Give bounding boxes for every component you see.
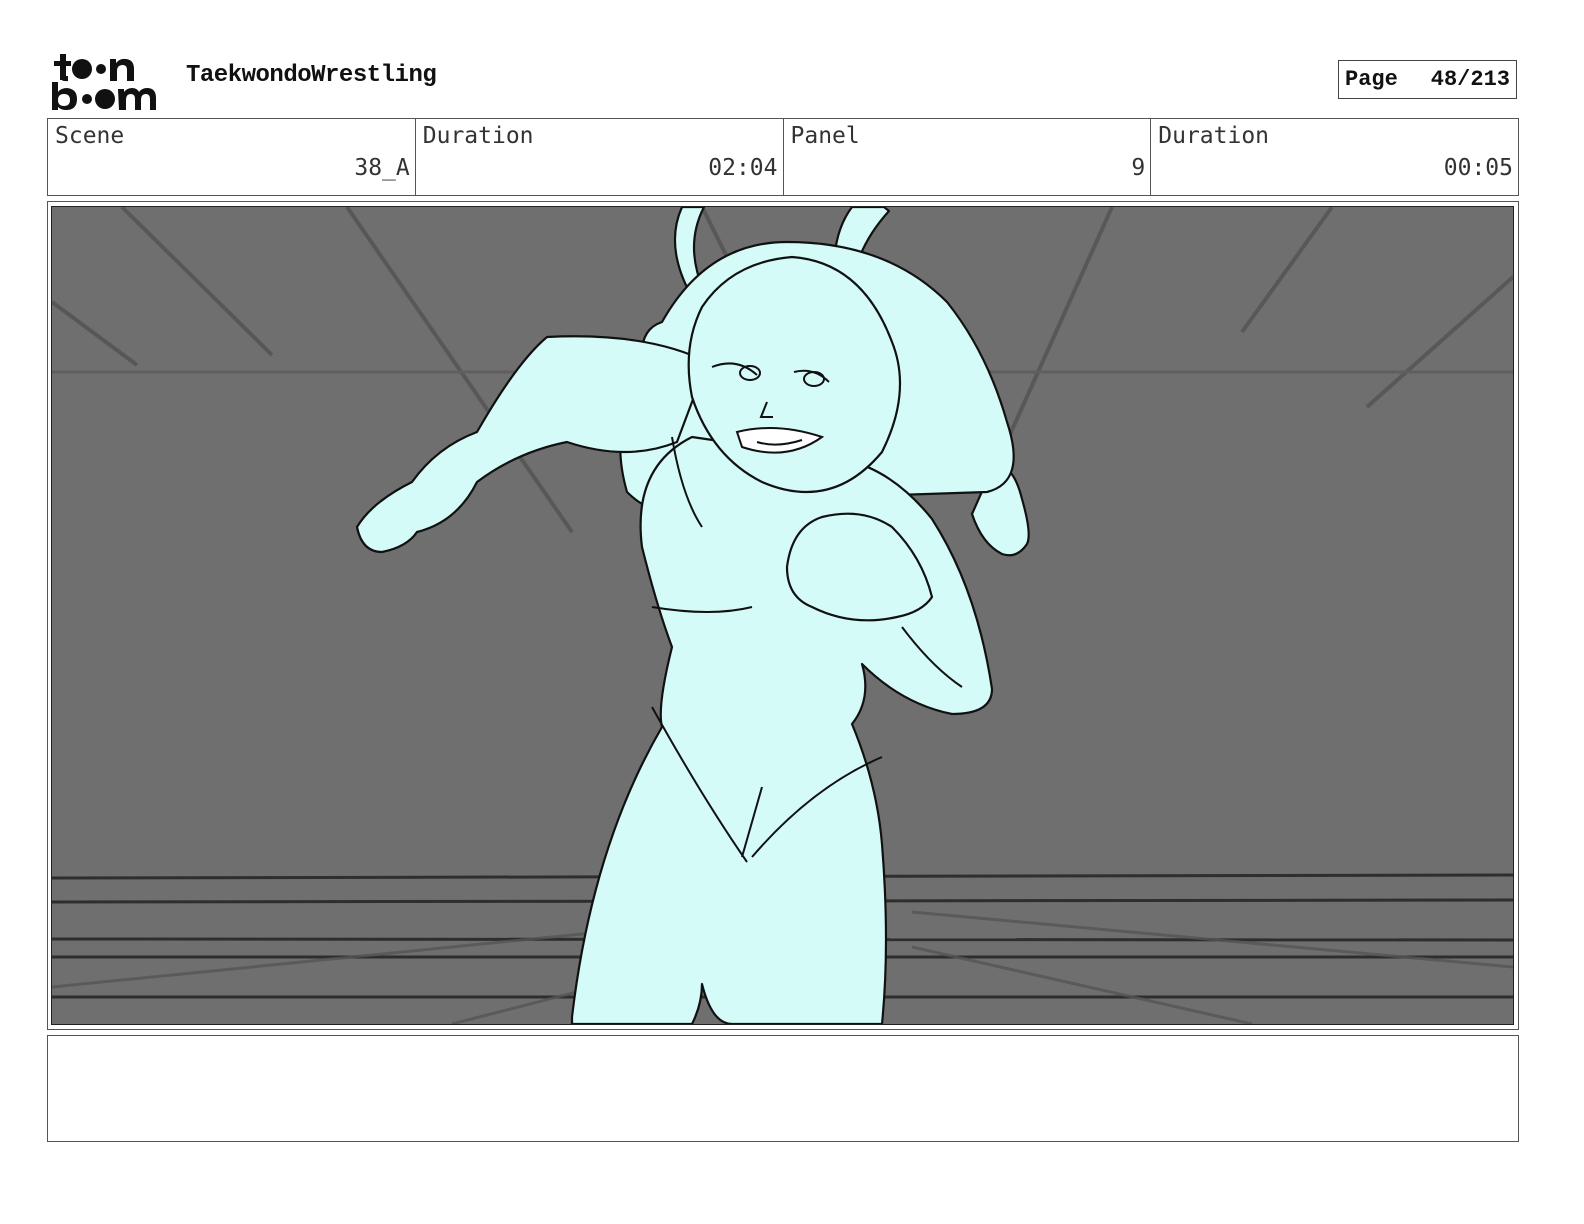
scene-value: 38_A bbox=[354, 155, 410, 181]
toon-boom-logo-icon bbox=[52, 54, 156, 110]
panel-drawing bbox=[52, 207, 1513, 1024]
project-title: TaekwondoWrestling bbox=[186, 62, 437, 89]
panel-value: 9 bbox=[1131, 155, 1146, 181]
panel-cell: Panel 9 bbox=[784, 119, 1152, 195]
scene-duration-value: 02:04 bbox=[708, 155, 778, 181]
scene-cell: Scene 38_A bbox=[48, 119, 416, 195]
page-indicator: Page 48/213 bbox=[1338, 60, 1517, 99]
info-bar: Scene 38_A Duration 02:04 Panel 9 Durati… bbox=[47, 118, 1519, 196]
scene-duration-cell: Duration 02:04 bbox=[416, 119, 784, 195]
storyboard-panel-image bbox=[51, 206, 1514, 1025]
panel-notes bbox=[47, 1035, 1519, 1142]
panel-duration-value: 00:05 bbox=[1443, 155, 1513, 181]
panel-duration-cell: Duration 00:05 bbox=[1151, 119, 1518, 195]
page-label: Page bbox=[1345, 67, 1398, 92]
panel-label: Panel bbox=[790, 123, 860, 149]
page-number: 48/213 bbox=[1430, 67, 1510, 92]
panel-duration-label: Duration bbox=[1158, 123, 1270, 149]
scene-label: Scene bbox=[55, 123, 125, 149]
scene-duration-label: Duration bbox=[422, 123, 534, 149]
